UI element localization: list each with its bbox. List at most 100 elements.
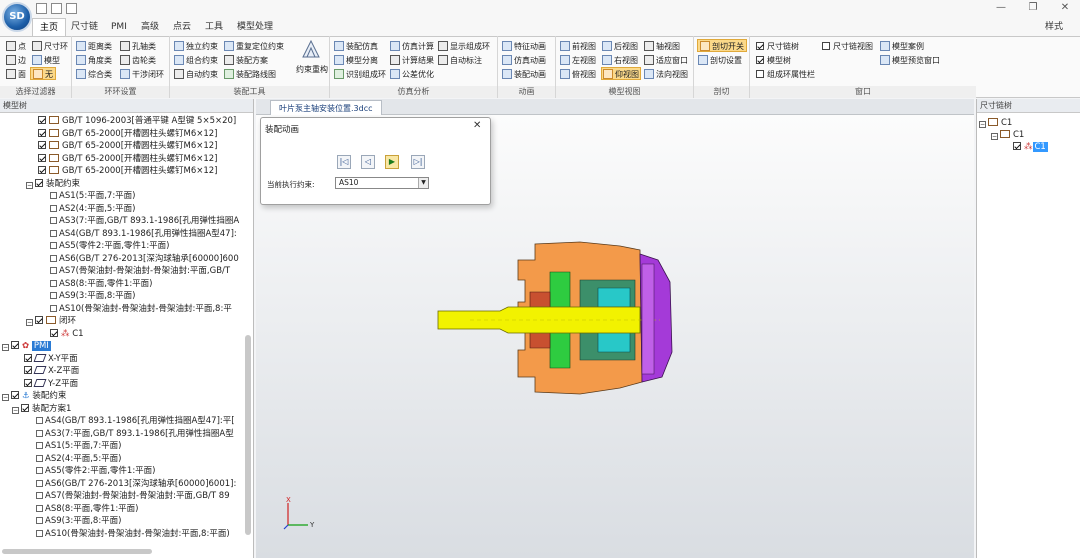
play-button[interactable]: ▶ xyxy=(385,155,399,169)
model-preview-button[interactable]: 模型预览窗口 xyxy=(880,54,940,67)
sim-calc-button[interactable]: 仿真计算 xyxy=(390,40,434,53)
dim-chain-view-toggle[interactable]: 尺寸链视图 xyxy=(822,40,873,53)
tree-item[interactable]: AS5(零件2:平面,零件1:平面) xyxy=(36,465,156,478)
chain-tree-item[interactable]: − C1 xyxy=(991,129,1024,142)
axis-view-button[interactable]: 轴视图 xyxy=(644,40,680,53)
tree-item[interactable]: X-Z平面 xyxy=(24,365,79,378)
show-component-ring-button[interactable]: 显示组成环 xyxy=(438,40,490,53)
app-logo[interactable]: SD xyxy=(2,2,32,32)
right-view-button[interactable]: 右视图 xyxy=(602,54,638,67)
pump-section-model[interactable] xyxy=(430,232,680,404)
fit-window-button[interactable]: 适应窗口 xyxy=(644,54,688,67)
bottom-view-button[interactable]: 仰视图 xyxy=(601,67,641,80)
assembly-sim-button[interactable]: 装配仿真 xyxy=(334,40,378,53)
feature-anim-button[interactable]: 特征动画 xyxy=(502,40,546,53)
tree-item[interactable]: AS8(8:平面,零件1:平面) xyxy=(36,503,139,516)
top-view-button[interactable]: 俯视图 xyxy=(560,68,596,81)
left-view-button[interactable]: 左视图 xyxy=(560,54,596,67)
collapse-icon[interactable]: − xyxy=(26,181,33,189)
tree-item[interactable]: − 装配约束 xyxy=(26,178,80,191)
tree-item[interactable]: AS2(4:平面,5:平面) xyxy=(50,203,136,216)
tree-item[interactable]: AS6(GB/T 276-2013[深沟球轴承[60000]6001]: xyxy=(36,478,236,491)
close-button[interactable]: ✕ xyxy=(1054,1,1076,15)
tree-item[interactable]: AS9(3:平面,8:平面) xyxy=(36,515,122,528)
prev-frame-button[interactable]: ◁ xyxy=(361,155,375,169)
tree-item[interactable]: X-Y平面 xyxy=(24,353,78,366)
independent-constraint-button[interactable]: 独立约束 xyxy=(174,40,218,53)
model-tree-toggle[interactable]: 模型树 xyxy=(756,54,791,67)
document-tab[interactable]: 叶片泵主轴安装位置.3dcc xyxy=(270,100,382,115)
distance-class-button[interactable]: 距离类 xyxy=(76,40,112,53)
tab-dimension-chain[interactable]: 尺寸链 xyxy=(64,18,105,36)
assembly-route-button[interactable]: 装配路线图 xyxy=(224,68,276,81)
calc-result-button[interactable]: 计算结果 xyxy=(390,54,434,67)
current-constraint-select[interactable]: AS10 ▼ xyxy=(335,177,429,189)
tree-item[interactable]: AS4(GB/T 893.1-1986[孔用弹性挡圈A型47]: xyxy=(50,228,237,241)
filter-point[interactable]: 点 xyxy=(6,40,26,53)
assembly-plan-button[interactable]: 装配方案 xyxy=(224,54,268,67)
ring-props-toggle[interactable]: 组成环属性栏 xyxy=(756,68,815,81)
tree-item[interactable]: − ✿ PMI xyxy=(2,340,51,353)
section-settings-button[interactable]: 剖切设置 xyxy=(698,54,742,67)
tree-item[interactable]: AS10(骨架油封-骨架油封-骨架油封:平面,8:平 xyxy=(50,303,232,316)
tree-item[interactable]: ⁂ C1 xyxy=(50,328,84,341)
interference-loop-button[interactable]: 干涉闭环 xyxy=(120,68,164,81)
checkbox[interactable] xyxy=(756,56,764,64)
save-icon[interactable] xyxy=(51,3,62,14)
filter-model[interactable]: 模型 xyxy=(32,54,60,67)
filter-none[interactable]: 无 xyxy=(30,67,56,80)
auto-constraint-button[interactable]: 自动约束 xyxy=(174,68,218,81)
model-cases-button[interactable]: 模型案例 xyxy=(880,40,924,53)
style-menu[interactable]: 样式 xyxy=(1038,18,1070,36)
chain-tree-item-selected[interactable]: ⁂ C1 xyxy=(1013,141,1048,154)
tab-tools[interactable]: 工具 xyxy=(198,18,230,36)
horizontal-scrollbar[interactable] xyxy=(2,549,152,554)
tree-item[interactable]: AS3(7:平面,GB/T 893.1-1986[孔用弹性挡圈A xyxy=(50,215,239,228)
tree-item[interactable]: − 装配方案1 xyxy=(12,403,71,416)
checkbox[interactable] xyxy=(756,42,764,50)
print-icon[interactable] xyxy=(66,3,77,14)
normal-view-button[interactable]: 法向视图 xyxy=(644,68,688,81)
tree-item[interactable]: AS8(8:平面,零件1:平面) xyxy=(50,278,153,291)
sim-anim-button[interactable]: 仿真动画 xyxy=(502,54,546,67)
tree-item[interactable]: − ⚓ 装配约束 xyxy=(2,390,66,403)
angle-class-button[interactable]: 角度类 xyxy=(76,54,112,67)
first-frame-button[interactable]: |◁ xyxy=(337,155,351,169)
dim-chain-tree-toggle[interactable]: 尺寸链树 xyxy=(756,40,799,53)
tree-item[interactable]: AS1(5:平面,7:平面) xyxy=(50,190,136,203)
tree-item[interactable]: AS7(骨架油封-骨架油封-骨架油封:平面,GB/T 89 xyxy=(36,490,230,503)
combined-constraint-button[interactable]: 组合约束 xyxy=(174,54,218,67)
repeat-positioning-button[interactable]: 重复定位约束 xyxy=(224,40,284,53)
filter-edge[interactable]: 边 xyxy=(6,54,26,67)
new-file-icon[interactable] xyxy=(36,3,47,14)
tab-point-cloud[interactable]: 点云 xyxy=(166,18,198,36)
tolerance-opt-button[interactable]: 公差优化 xyxy=(390,68,434,81)
checkbox[interactable] xyxy=(756,70,764,78)
tree-item[interactable]: GB/T 65-2000[开槽圆柱头螺钉M6×12] xyxy=(38,128,218,141)
tree-item[interactable]: AS7(骨架油封-骨架油封-骨架油封:平面,GB/T xyxy=(50,265,230,278)
chevron-down-icon[interactable]: ▼ xyxy=(418,178,428,188)
tree-item[interactable]: GB/T 65-2000[开槽圆柱头螺钉M6×12] xyxy=(38,140,218,153)
identify-ring-button[interactable]: 识别组成环 xyxy=(334,68,386,81)
hole-shaft-button[interactable]: 孔轴类 xyxy=(120,40,156,53)
back-view-button[interactable]: 后视图 xyxy=(602,40,638,53)
dialog-close-button[interactable]: ✕ xyxy=(473,120,481,131)
tree-item[interactable]: AS1(5:平面,7:平面) xyxy=(36,440,122,453)
model-separate-button[interactable]: 模型分离 xyxy=(334,54,378,67)
tab-home[interactable]: 主页 xyxy=(32,18,67,36)
tree-item[interactable]: AS5(零件2:平面,零件1:平面) xyxy=(50,240,170,253)
tree-item[interactable]: AS3(7:平面,GB/T 893.1-1986[孔用弹性挡圈A型 xyxy=(36,428,234,441)
section-toggle-button[interactable]: 剖切开关 xyxy=(697,39,747,52)
tree-item[interactable]: GB/T 65-2000[开槽圆柱头螺钉M6×12] xyxy=(38,165,218,178)
tree-item[interactable]: − 闭环 xyxy=(26,315,76,328)
tab-advanced[interactable]: 高级 xyxy=(134,18,166,36)
tab-model-processing[interactable]: 模型处理 xyxy=(230,18,280,36)
tab-pmi[interactable]: PMI xyxy=(104,18,134,36)
tree-item[interactable]: AS6(GB/T 276-2013[深沟球轴承[60000]600 xyxy=(50,253,239,266)
filter-face[interactable]: 面 xyxy=(6,68,26,81)
restore-button[interactable]: ❐ xyxy=(1022,1,1044,15)
assembly-anim-button[interactable]: 装配动画 xyxy=(502,68,546,81)
front-view-button[interactable]: 前视图 xyxy=(560,40,596,53)
minimize-button[interactable]: — xyxy=(990,1,1012,15)
checkbox[interactable] xyxy=(822,42,830,50)
